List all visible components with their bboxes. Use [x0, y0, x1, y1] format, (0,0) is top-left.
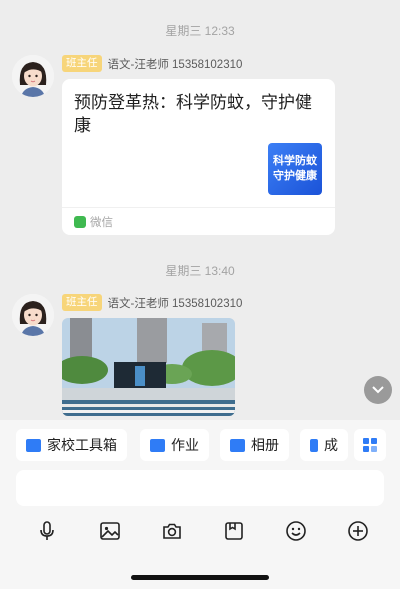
file-button[interactable]: [220, 517, 248, 545]
apps-grid-icon: [363, 438, 377, 452]
chip-album[interactable]: 相册: [220, 429, 289, 461]
camera-icon: [163, 523, 181, 539]
wechat-icon: [74, 216, 86, 228]
message-input[interactable]: [16, 470, 384, 506]
emoji-icon: [286, 521, 306, 541]
sender-name: 语文-汪老师 15358102310: [107, 58, 243, 71]
thumbnail-text-line: 科学防蚊: [273, 155, 317, 167]
more-tools-button[interactable]: [354, 429, 386, 461]
microphone-icon: [40, 521, 54, 540]
link-card-source: 微信: [74, 214, 113, 230]
sender-name: 语文-汪老师 15358102310: [107, 297, 243, 310]
avatar-icon: [12, 55, 54, 97]
more-button[interactable]: [344, 517, 372, 545]
scroll-to-bottom-button[interactable]: [364, 376, 392, 404]
chip-label: 成: [324, 437, 338, 453]
grades-icon: [310, 438, 318, 452]
timestamp: 星期三 12:33: [165, 24, 235, 38]
chip-toolbox[interactable]: 家校工具箱: [16, 429, 127, 461]
camera-button[interactable]: [158, 517, 186, 545]
chip-label: 相册: [251, 437, 279, 453]
sender-avatar[interactable]: [12, 55, 54, 97]
voice-button[interactable]: [33, 517, 61, 545]
sender-meta: 班主任 语文-汪老师 15358102310: [62, 294, 242, 311]
chip-label: 家校工具箱: [47, 437, 117, 453]
card-divider: [62, 207, 335, 208]
toolbox-icon: [26, 438, 41, 452]
chip-grades[interactable]: 成: [300, 429, 348, 461]
thumbnail-text-line: 守护健康: [273, 170, 317, 182]
source-label: 微信: [90, 217, 113, 229]
plus-icon: [348, 521, 368, 541]
role-badge: 班主任: [62, 294, 102, 311]
role-badge: 班主任: [62, 55, 102, 72]
chevron-down-icon: [372, 386, 384, 394]
home-indicator: [131, 575, 269, 580]
emoji-button[interactable]: [282, 517, 310, 545]
sender-meta: 班主任 语文-汪老师 15358102310: [62, 55, 242, 72]
avatar-icon: [12, 294, 54, 336]
photo-image: [62, 318, 235, 416]
homework-icon: [150, 438, 165, 452]
link-card-title: 预防登革热：科学防蚊，守护健康: [74, 93, 312, 135]
image-icon: [100, 522, 120, 540]
chip-homework[interactable]: 作业: [140, 429, 209, 461]
chip-label: 作业: [171, 437, 199, 453]
timestamp: 星期三 13:40: [165, 264, 235, 278]
image-button[interactable]: [96, 517, 124, 545]
album-icon: [230, 438, 245, 452]
link-card[interactable]: 预防登革热：科学防蚊，守护健康 科学防蚊 守护健康 微信: [62, 79, 335, 235]
link-card-thumbnail: 科学防蚊 守护健康: [268, 143, 322, 195]
sender-avatar[interactable]: [12, 294, 54, 336]
file-icon: [225, 522, 243, 540]
photo-message[interactable]: [62, 318, 235, 416]
